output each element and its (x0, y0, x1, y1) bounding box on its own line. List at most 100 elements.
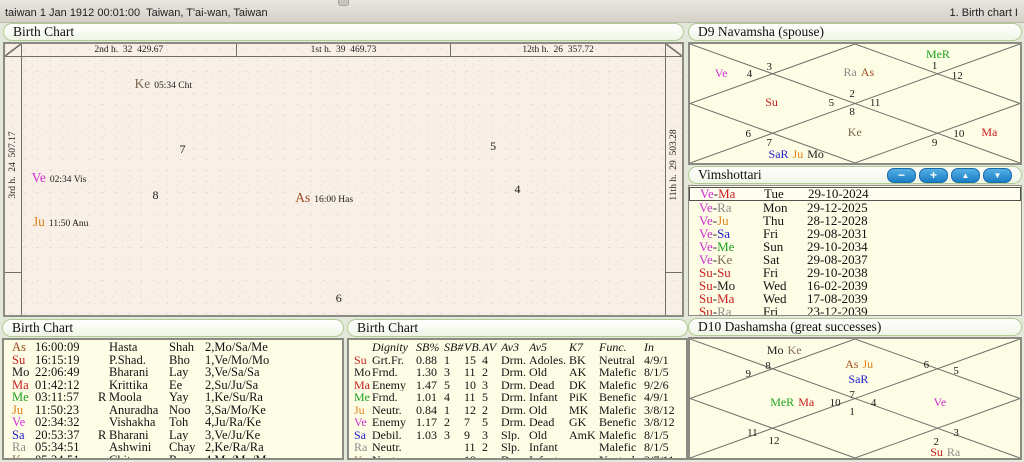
house-cusp-label: 11th h. 29 503.28 (666, 57, 682, 272)
table-cell: Ra (12, 441, 35, 454)
position-row: Su16:15:19P.Shad.Bho1,Ve/Mo/Mo (12, 354, 342, 367)
table-cell: Bharani (109, 366, 169, 379)
table-cell: 3 (444, 429, 464, 442)
table-cell: 1.17 (416, 416, 444, 429)
position-row: Ke05:34:51ChitraRee4,Ma/Mo/Mo (12, 454, 342, 461)
rashi-number: 4 (515, 181, 521, 197)
column-header: Dignity (372, 341, 416, 354)
table-cell: 8/1/5 (644, 441, 686, 454)
panel-vimshottari-header: Vimshottari −+▲▼ (688, 166, 1022, 184)
chart-planet-label: MeRMa (770, 394, 814, 410)
expand-dasha-button[interactable]: + (919, 168, 948, 183)
table-cell: 11 (464, 391, 482, 404)
table-cell: Malefic (599, 441, 644, 454)
birth-chart-area[interactable]: 2nd h. 32 429.671st h. 39 469.7312th h. … (3, 42, 684, 317)
panel-birth-chart-header: Birth Chart (3, 23, 684, 41)
birth-chart-diagram[interactable]: Ke05:34 Cht78Ve02:34 VisJu11:50 AnuAs16:… (22, 57, 665, 317)
table-cell: 0.88 (416, 354, 444, 367)
dasha-date: 29-10-2024 (808, 188, 1020, 200)
rashi-number: 8 (153, 187, 159, 203)
table-cell: Benefic (599, 391, 644, 404)
table-cell: P.Shad. (109, 354, 169, 367)
table-cell: Malefic (599, 366, 644, 379)
d10-chart-area[interactable]: MoKe98AsJuSaR65MeRMa10714Ve111232SuRa (688, 337, 1022, 460)
table-cell (98, 354, 109, 367)
table-cell (444, 441, 464, 454)
table-cell: Me (12, 391, 35, 404)
table-cell: GK (569, 416, 599, 429)
table-cell: Su (12, 354, 35, 367)
strength-row: MeFrnd.1.014115Drm.InfantPiKBenefic4/9/1 (354, 391, 686, 404)
table-cell: 16:00:09 (35, 341, 98, 354)
contract-dasha-button[interactable]: − (887, 168, 916, 183)
table-cell: Bho (169, 354, 205, 367)
table-cell: Drm. (501, 391, 529, 404)
chart-planet-label: RaAs (843, 64, 874, 80)
table-cell: MK (569, 404, 599, 417)
chart-planet-label: Ve (934, 394, 947, 410)
table-cell: Bharani (109, 429, 169, 442)
table-cell: 5 (444, 379, 464, 392)
table-cell: Ju (12, 404, 35, 417)
table-cell: R (98, 429, 109, 442)
table-cell: Malefic (599, 379, 644, 392)
table-cell: 5 (482, 391, 501, 404)
table-cell: Drm. (501, 354, 529, 367)
table-cell: DK (569, 379, 599, 392)
table-cell: 3,Sa/Mo/Ke (205, 404, 342, 417)
table-cell: Ee (169, 379, 205, 392)
dasha-weekday: Tue (764, 188, 808, 200)
table-cell: Vishakha (109, 416, 169, 429)
rashi-number: 1 (932, 57, 938, 73)
rashi-number: 6 (336, 290, 342, 306)
table-cell: Malefic (599, 404, 644, 417)
d10-chart-diagram[interactable]: MoKe98AsJuSaR65MeRMa10714Ve111232SuRa (690, 339, 1020, 458)
table-cell: Neutral (599, 454, 644, 461)
d9-chart-diagram[interactable]: MeR3Ve4RaAs112Su5281167SaRJuMoKe910Ma (690, 44, 1020, 163)
chart-corner (5, 44, 22, 57)
table-cell: 16:15:19 (35, 354, 98, 367)
chart-planet-label: AsJu (845, 356, 873, 372)
strength-row: MoFrnd.1.303112Drm.OldAKMalefic8/1/5 (354, 366, 686, 379)
dasha-row[interactable]: Su-RaFri23-12-2039 (689, 305, 1021, 316)
rashi-number: 6 (745, 125, 751, 141)
splitter-handle[interactable] (338, 0, 349, 6)
panel-title: D9 Navamsha (spouse) (698, 24, 824, 40)
table-cell: 3/8/12 (644, 416, 686, 429)
panel-d9-header: D9 Navamsha (spouse) (688, 23, 1022, 41)
table-cell: BK (569, 354, 599, 367)
d9-chart-area[interactable]: MeR3Ve4RaAs112Su5281167SaRJuMoKe910Ma (688, 42, 1022, 165)
dasha-list: Ve-MaTue29-10-2024Ve-RaMon29-12-2025Ve-J… (689, 186, 1021, 315)
table-cell: Anuradha (109, 404, 169, 417)
table-cell: Neutr. (372, 404, 416, 417)
table-cell: Neutr. (372, 441, 416, 454)
position-row: Mo22:06:49BharaniLay3,Ve/Sa/Sa (12, 366, 342, 379)
rashi-number: 8 (765, 357, 771, 373)
position-row: Sa20:53:37RBharaniLay3,Ve/Ju/Ke (12, 429, 342, 442)
table-cell: Old (529, 404, 569, 417)
table-cell (569, 441, 599, 454)
table-cell: Grt.Fr. (372, 354, 416, 367)
table-cell: 10 (464, 379, 482, 392)
house-cusp-label: 10th h. 32 432.56 (666, 272, 682, 317)
dasha-pair: Ve-Ma (700, 188, 764, 200)
chart-planet-label: Ve02:34 Vis (32, 170, 87, 186)
table-cell: Enemy (372, 379, 416, 392)
house-cusp-label: 2nd h. 32 429.67 (22, 44, 236, 56)
table-cell: 2,Su/Ju/Sa (205, 379, 342, 392)
table-cell: 22:06:49 (35, 366, 98, 379)
dasha-row-selected[interactable]: Ve-MaTue29-10-2024 (689, 187, 1021, 201)
table-cell: 1.30 (416, 366, 444, 379)
table-cell: 4 (482, 354, 501, 367)
table-cell: Frnd. (372, 366, 416, 379)
table-cell: Shah (169, 341, 205, 354)
table-cell (354, 341, 372, 354)
column-header: SB# (444, 341, 464, 354)
dasha-down-button[interactable]: ▼ (983, 168, 1012, 183)
dasha-up-button[interactable]: ▲ (951, 168, 980, 183)
table-cell: 01:42:12 (35, 379, 98, 392)
table-cell: 05:34:51 (35, 454, 98, 461)
table-cell: 11 (464, 441, 482, 454)
table-cell: Mo (354, 366, 372, 379)
table-cell: Su (354, 354, 372, 367)
